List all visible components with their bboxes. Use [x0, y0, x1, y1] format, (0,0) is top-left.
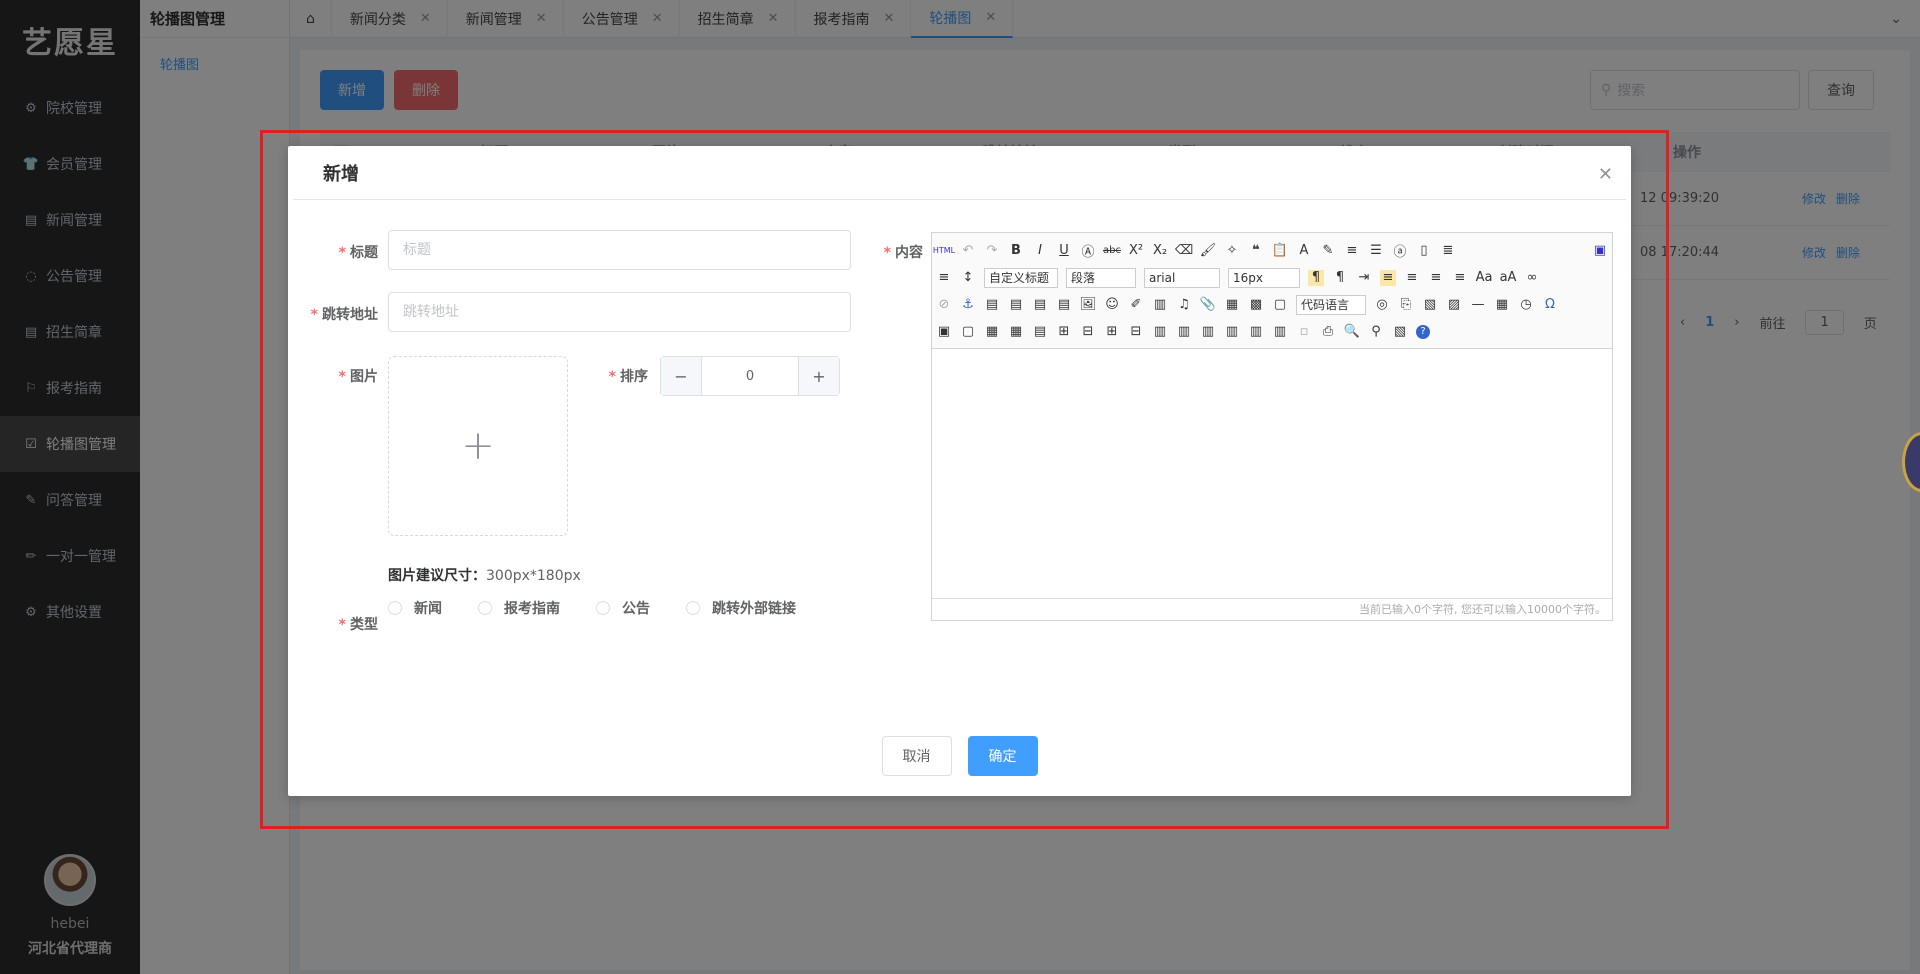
highlight-annotation-box: [260, 130, 1669, 829]
